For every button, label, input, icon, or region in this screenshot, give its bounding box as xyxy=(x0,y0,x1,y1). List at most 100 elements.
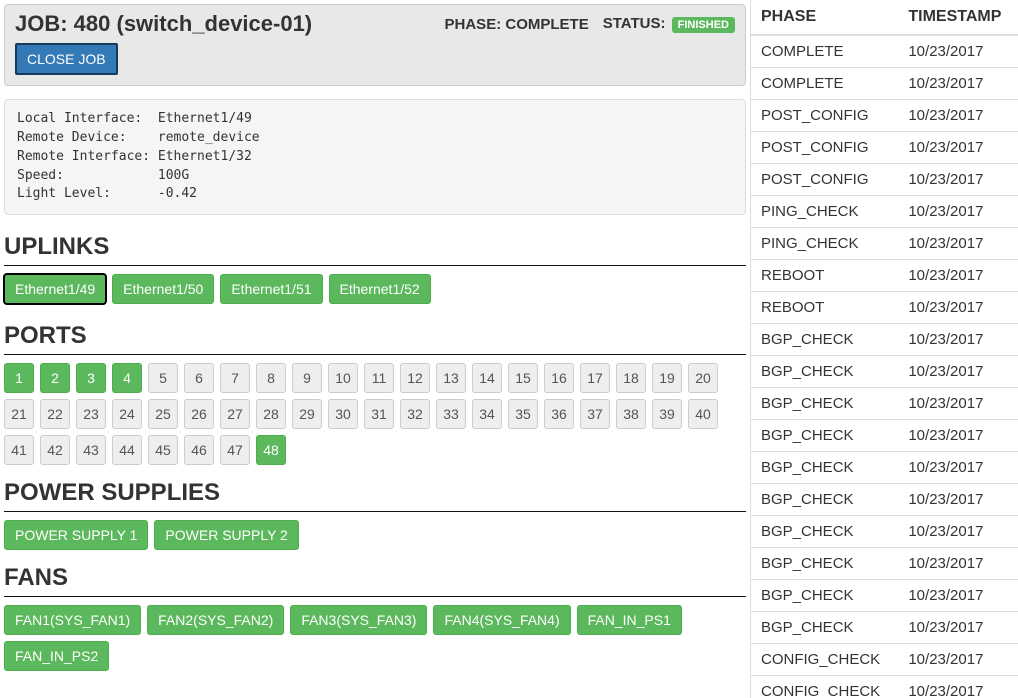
port-chip[interactable]: 42 xyxy=(40,435,70,465)
log-row[interactable]: BGP_CHECK10/23/2017 xyxy=(751,516,1018,548)
fan-chip[interactable]: FAN_IN_PS2 xyxy=(4,641,109,671)
port-chip[interactable]: 15 xyxy=(508,363,538,393)
port-chip[interactable]: 29 xyxy=(292,399,322,429)
log-cell-timestamp: 10/23/2017 xyxy=(898,164,1018,196)
log-row[interactable]: BGP_CHECK10/23/2017 xyxy=(751,420,1018,452)
port-chip[interactable]: 2 xyxy=(40,363,70,393)
port-chip[interactable]: 27 xyxy=(220,399,250,429)
log-cell-timestamp: 10/23/2017 xyxy=(898,260,1018,292)
port-chip[interactable]: 6 xyxy=(184,363,214,393)
port-chip[interactable]: 47 xyxy=(220,435,250,465)
port-chip[interactable]: 3 xyxy=(76,363,106,393)
port-chip[interactable]: 11 xyxy=(364,363,394,393)
port-chip[interactable]: 38 xyxy=(616,399,646,429)
log-row[interactable]: BGP_CHECK10/23/2017 xyxy=(751,356,1018,388)
port-chip[interactable]: 25 xyxy=(148,399,178,429)
log-cell-timestamp: 10/23/2017 xyxy=(898,228,1018,260)
port-chip[interactable]: 21 xyxy=(4,399,34,429)
log-row[interactable]: POST_CONFIG10/23/2017 xyxy=(751,100,1018,132)
log-panel: PHASE TIMESTAMP COMPLETE10/23/2017COMPLE… xyxy=(750,0,1018,698)
port-chip[interactable]: 28 xyxy=(256,399,286,429)
port-chip[interactable]: 14 xyxy=(472,363,502,393)
port-chip[interactable]: 44 xyxy=(112,435,142,465)
fan-chip[interactable]: FAN_IN_PS1 xyxy=(577,605,682,635)
port-chip[interactable]: 33 xyxy=(436,399,466,429)
uplink-chip[interactable]: Ethernet1/50 xyxy=(112,274,214,304)
log-cell-phase: REBOOT xyxy=(751,260,898,292)
port-chip[interactable]: 41 xyxy=(4,435,34,465)
port-chip[interactable]: 22 xyxy=(40,399,70,429)
log-cell-phase: POST_CONFIG xyxy=(751,100,898,132)
uplink-chip[interactable]: Ethernet1/49 xyxy=(4,274,106,304)
log-row[interactable]: COMPLETE10/23/2017 xyxy=(751,35,1018,68)
fan-chip[interactable]: FAN1(SYS_FAN1) xyxy=(4,605,141,635)
port-chip[interactable]: 34 xyxy=(472,399,502,429)
uplink-chip[interactable]: Ethernet1/51 xyxy=(220,274,322,304)
log-row[interactable]: COMPLETE10/23/2017 xyxy=(751,68,1018,100)
log-cell-phase: BGP_CHECK xyxy=(751,612,898,644)
port-chip[interactable]: 19 xyxy=(652,363,682,393)
port-chip[interactable]: 39 xyxy=(652,399,682,429)
log-cell-timestamp: 10/23/2017 xyxy=(898,676,1018,698)
log-row[interactable]: BGP_CHECK10/23/2017 xyxy=(751,388,1018,420)
port-chip[interactable]: 36 xyxy=(544,399,574,429)
fan-chip[interactable]: FAN4(SYS_FAN4) xyxy=(433,605,570,635)
log-row[interactable]: BGP_CHECK10/23/2017 xyxy=(751,612,1018,644)
job-title: JOB: 480 (switch_device-01) xyxy=(15,11,431,37)
log-col-timestamp[interactable]: TIMESTAMP xyxy=(898,0,1018,35)
port-chip[interactable]: 45 xyxy=(148,435,178,465)
log-row[interactable]: BGP_CHECK10/23/2017 xyxy=(751,548,1018,580)
log-cell-timestamp: 10/23/2017 xyxy=(898,516,1018,548)
log-row[interactable]: BGP_CHECK10/23/2017 xyxy=(751,324,1018,356)
port-chip[interactable]: 48 xyxy=(256,435,286,465)
log-row[interactable]: CONFIG_CHECK10/23/2017 xyxy=(751,676,1018,698)
job-header: JOB: 480 (switch_device-01) PHASE: COMPL… xyxy=(4,4,746,86)
port-chip[interactable]: 23 xyxy=(76,399,106,429)
log-row[interactable]: BGP_CHECK10/23/2017 xyxy=(751,452,1018,484)
log-cell-phase: BGP_CHECK xyxy=(751,516,898,548)
uplink-chip[interactable]: Ethernet1/52 xyxy=(329,274,431,304)
log-row[interactable]: POST_CONFIG10/23/2017 xyxy=(751,132,1018,164)
ports-grid: 1234567891011121314151617181920212223242… xyxy=(4,363,746,465)
port-chip[interactable]: 24 xyxy=(112,399,142,429)
fan-chip[interactable]: FAN2(SYS_FAN2) xyxy=(147,605,284,635)
psu-chip[interactable]: POWER SUPPLY 2 xyxy=(154,520,298,550)
port-chip[interactable]: 18 xyxy=(616,363,646,393)
log-row[interactable]: POST_CONFIG10/23/2017 xyxy=(751,164,1018,196)
port-chip[interactable]: 35 xyxy=(508,399,538,429)
log-row[interactable]: BGP_CHECK10/23/2017 xyxy=(751,484,1018,516)
port-chip[interactable]: 40 xyxy=(688,399,718,429)
log-row[interactable]: REBOOT10/23/2017 xyxy=(751,260,1018,292)
port-chip[interactable]: 16 xyxy=(544,363,574,393)
port-chip[interactable]: 10 xyxy=(328,363,358,393)
uplinks-list: Ethernet1/49Ethernet1/50Ethernet1/51Ethe… xyxy=(4,274,746,304)
port-chip[interactable]: 31 xyxy=(364,399,394,429)
port-chip[interactable]: 8 xyxy=(256,363,286,393)
log-row[interactable]: CONFIG_CHECK10/23/2017 xyxy=(751,644,1018,676)
port-chip[interactable]: 4 xyxy=(112,363,142,393)
port-chip[interactable]: 30 xyxy=(328,399,358,429)
close-job-button[interactable]: CLOSE JOB xyxy=(15,43,118,75)
psu-chip[interactable]: POWER SUPPLY 1 xyxy=(4,520,148,550)
port-chip[interactable]: 26 xyxy=(184,399,214,429)
port-chip[interactable]: 17 xyxy=(580,363,610,393)
port-chip[interactable]: 7 xyxy=(220,363,250,393)
log-row[interactable]: PING_CHECK10/23/2017 xyxy=(751,228,1018,260)
port-chip[interactable]: 1 xyxy=(4,363,34,393)
port-chip[interactable]: 12 xyxy=(400,363,430,393)
port-chip[interactable]: 20 xyxy=(688,363,718,393)
fan-chip[interactable]: FAN3(SYS_FAN3) xyxy=(290,605,427,635)
log-row[interactable]: REBOOT10/23/2017 xyxy=(751,292,1018,324)
port-chip[interactable]: 13 xyxy=(436,363,466,393)
port-chip[interactable]: 37 xyxy=(580,399,610,429)
log-cell-timestamp: 10/23/2017 xyxy=(898,388,1018,420)
log-row[interactable]: BGP_CHECK10/23/2017 xyxy=(751,580,1018,612)
log-col-phase[interactable]: PHASE xyxy=(751,0,898,35)
port-chip[interactable]: 43 xyxy=(76,435,106,465)
port-chip[interactable]: 46 xyxy=(184,435,214,465)
phase-label: PHASE: COMPLETE xyxy=(445,16,589,33)
port-chip[interactable]: 32 xyxy=(400,399,430,429)
port-chip[interactable]: 5 xyxy=(148,363,178,393)
log-row[interactable]: PING_CHECK10/23/2017 xyxy=(751,196,1018,228)
port-chip[interactable]: 9 xyxy=(292,363,322,393)
